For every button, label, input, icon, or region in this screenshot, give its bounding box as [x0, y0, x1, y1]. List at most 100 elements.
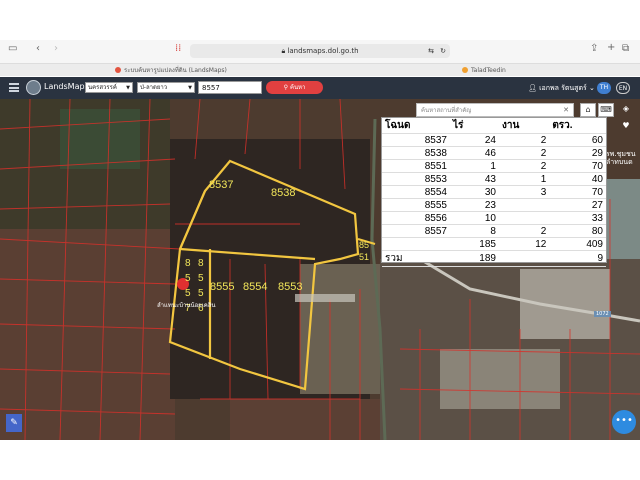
total-tarangwa: 9	[549, 250, 606, 267]
cell: 10	[450, 211, 499, 225]
cell: 8555	[382, 198, 450, 212]
total-label: รวม	[382, 250, 450, 267]
col-header: ไร่	[450, 118, 499, 134]
table-header-row: โฉนด ไร่ งาน ตรว.	[382, 118, 606, 134]
road-number-label: 1072	[594, 311, 611, 317]
table-row: 8551 1 2 70	[382, 159, 606, 173]
user-menu[interactable]: 👤︎ เอกพล รัตนสูตร์ ⌄	[528, 83, 595, 94]
plus-icon[interactable]: +	[607, 42, 615, 53]
parcel-label-partial[interactable]: 51	[359, 252, 369, 262]
browser-toolbar: ▭ ‹ › ⁞⁞ 🔒︎ landsmaps.dol.go.th ⇆ ↻ ⇪ + …	[0, 40, 640, 76]
cell: 8	[450, 224, 499, 238]
chevron-down-icon: ▼	[188, 85, 192, 91]
ellipsis-icon[interactable]: •••	[612, 410, 636, 434]
col-header: ตรว.	[549, 118, 606, 134]
total-rai: 189	[450, 250, 499, 267]
cell: 70	[549, 159, 606, 173]
tools-icon[interactable]: ✎	[6, 414, 22, 432]
parcel-label[interactable]: 8554	[243, 281, 267, 293]
cell: 60	[549, 133, 606, 147]
reload-icon[interactable]: ↻	[440, 44, 446, 58]
heart-icon[interactable]: ♥	[618, 120, 634, 134]
menu-icon[interactable]	[9, 83, 19, 92]
digit: 8	[185, 258, 191, 269]
cell: 3	[498, 185, 550, 199]
parcel-label[interactable]: 8538	[271, 187, 295, 199]
district-value: ป่-ลาดยาว	[140, 84, 168, 91]
cell	[498, 250, 550, 267]
cell: 29	[549, 146, 606, 160]
screen: ▭ ‹ › ⁞⁞ 🔒︎ landsmaps.dol.go.th ⇆ ↻ ⇪ + …	[0, 0, 640, 480]
col-header: งาน	[498, 118, 550, 134]
layers-icon[interactable]: ◈	[618, 103, 634, 117]
cell: 1	[450, 159, 499, 173]
cell	[498, 198, 550, 212]
share-icon[interactable]: ⇪	[590, 43, 598, 54]
page-bottom-margin	[0, 440, 640, 480]
cell: 43	[450, 172, 499, 186]
digit: 5	[198, 288, 204, 299]
address-bar[interactable]: 🔒︎ landsmaps.dol.go.th ⇆ ↻	[190, 44, 450, 58]
cell: 8554	[382, 185, 450, 199]
province-select[interactable]: นครสวรรค์ ▼	[85, 82, 133, 93]
parcel-search-input[interactable]: 8557	[198, 81, 262, 94]
cell: 8537	[382, 133, 450, 147]
search-button-label: ค้นหา	[289, 84, 306, 91]
lang-th-button[interactable]: TH	[597, 82, 611, 94]
table-row: 8557 8 2 80	[382, 224, 606, 238]
table-subtotal-row: 185 12 409	[382, 237, 606, 251]
table-row: 8554 30 3 70	[382, 185, 606, 199]
village-label: ลำแทนะบ้านน้อยเคลิน	[157, 302, 216, 309]
cell: 46	[450, 146, 499, 160]
cell: 24	[450, 133, 499, 147]
sidebar-toggle-icon[interactable]: ▭	[8, 43, 17, 54]
district-select[interactable]: ป่-ลาดยาว ▼	[137, 82, 195, 93]
close-icon[interactable]: ✕	[563, 104, 569, 117]
back-arrow-icon[interactable]: ‹	[36, 43, 40, 54]
user-name: เอกพล รัตนสูตร์	[539, 84, 587, 92]
search-button[interactable]: ⚲ ค้นหา	[266, 81, 323, 94]
chevron-down-icon: ⌄	[589, 84, 595, 92]
table-row: 8553 43 1 40	[382, 172, 606, 186]
cell: 2	[498, 224, 550, 238]
home-icon[interactable]: ⌂	[580, 103, 596, 117]
tab-strip: ระบบค้นหารูปแปลงที่ดิน (LandsMaps) Talad…	[0, 63, 640, 76]
cell: 1	[498, 172, 550, 186]
cell: 70	[549, 185, 606, 199]
tab-label: ระบบค้นหารูปแปลงที่ดิน (LandsMaps)	[124, 67, 227, 74]
table-row: 8555 23 27	[382, 198, 606, 212]
forward-arrow-icon[interactable]: ›	[54, 43, 58, 54]
translate-icon[interactable]: ⇆	[428, 44, 434, 58]
tab-landsmaps[interactable]: ระบบค้นหารูปแปลงที่ดิน (LandsMaps)	[115, 64, 227, 77]
user-icon: 👤︎	[528, 84, 537, 92]
digit: 5	[198, 273, 204, 284]
table-row: 8538 46 2 29	[382, 146, 606, 160]
cell: 8556	[382, 211, 450, 225]
lock-icon: 🔒︎	[281, 47, 286, 55]
cell	[382, 237, 450, 251]
grid-icon[interactable]: ⁞⁞	[175, 43, 181, 54]
lang-en-button[interactable]: EN	[616, 82, 630, 94]
parcel-label[interactable]: 8555	[210, 281, 234, 293]
cell: 8538	[382, 146, 450, 160]
tab-taladteedin[interactable]: TaladTeedin	[462, 64, 506, 77]
map-pin-icon	[115, 67, 121, 73]
app-header: LandsMaps นครสวรรค์ ▼ ป่-ลาดยาว ▼ 8557 ⚲ ค…	[0, 77, 640, 99]
keyboard-icon[interactable]: ⌨	[598, 103, 614, 117]
cell: 27	[549, 198, 606, 212]
site-favicon-icon	[462, 67, 468, 73]
tabs-icon[interactable]: ⧉	[622, 43, 629, 54]
parcel-label[interactable]: 8553	[278, 281, 302, 293]
digit: 5	[185, 288, 191, 299]
search-icon: ⚲	[283, 84, 289, 91]
cell: 8553	[382, 172, 450, 186]
cell: 33	[549, 211, 606, 225]
cell: 80	[549, 224, 606, 238]
parcel-label-partial[interactable]: 85	[359, 240, 369, 250]
cell: 30	[450, 185, 499, 199]
cell: 2	[498, 133, 550, 147]
place-search-input[interactable]: ค้นหาสถานที่สำคัญ ✕	[416, 103, 574, 117]
chevron-down-icon: ▼	[126, 85, 130, 91]
parcel-label[interactable]: 8537	[209, 179, 233, 191]
digit: 5	[185, 273, 191, 284]
